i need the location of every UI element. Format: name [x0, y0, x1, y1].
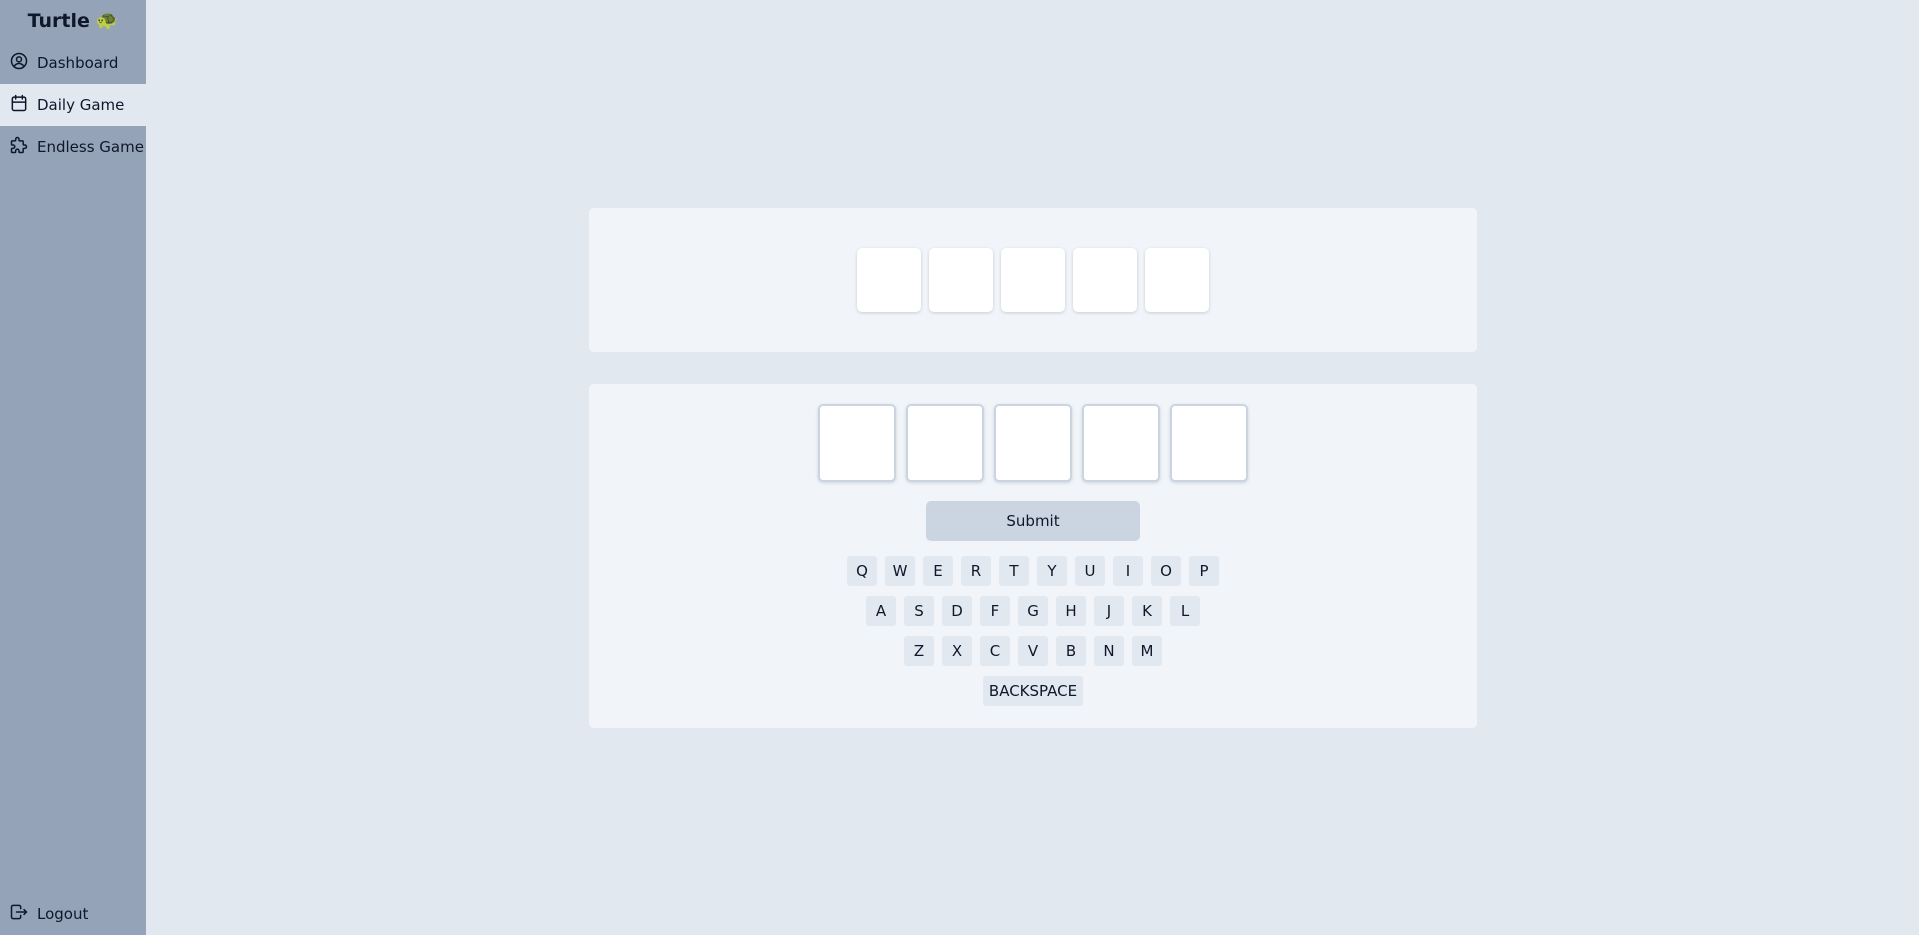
key-backspace[interactable]: BACKSPACE — [982, 676, 1084, 706]
key-i[interactable]: I — [1113, 556, 1143, 586]
board-panel — [589, 208, 1477, 352]
key-b[interactable]: B — [1056, 636, 1086, 666]
key-s[interactable]: S — [904, 596, 934, 626]
sidebar-item-label: Daily Game — [37, 96, 125, 114]
board-tile — [857, 248, 921, 312]
submit-button[interactable]: Submit — [926, 501, 1140, 541]
keyboard-row-3: Z X C V B N M — [589, 636, 1477, 666]
key-f[interactable]: F — [980, 596, 1010, 626]
key-t[interactable]: T — [999, 556, 1029, 586]
key-e[interactable]: E — [923, 556, 953, 586]
key-g[interactable]: G — [1018, 596, 1048, 626]
sidebar-item-dashboard[interactable]: Dashboard — [0, 42, 146, 84]
key-n[interactable]: N — [1094, 636, 1124, 666]
sidebar-item-label: Dashboard — [37, 54, 119, 72]
key-j[interactable]: J — [1094, 596, 1124, 626]
turtle-icon: 🐢 — [95, 10, 119, 31]
input-panel: Submit Q W E R T Y U I O P A S D F G H J… — [589, 384, 1477, 728]
sidebar: Turtle 🐢 Dashboard Daily Game Endless Ga… — [0, 0, 146, 935]
letter-input-2[interactable] — [906, 404, 984, 482]
guess-input-row — [818, 404, 1248, 482]
key-y[interactable]: Y — [1037, 556, 1067, 586]
key-l[interactable]: L — [1170, 596, 1200, 626]
key-d[interactable]: D — [942, 596, 972, 626]
key-w[interactable]: W — [885, 556, 915, 586]
letter-input-1[interactable] — [818, 404, 896, 482]
letter-input-4[interactable] — [1082, 404, 1160, 482]
user-circle-icon — [9, 51, 29, 75]
puzzle-icon — [9, 135, 29, 159]
key-v[interactable]: V — [1018, 636, 1048, 666]
key-h[interactable]: H — [1056, 596, 1086, 626]
board-tile — [929, 248, 993, 312]
board-tile — [1001, 248, 1065, 312]
board-row — [857, 248, 1209, 312]
key-r[interactable]: R — [961, 556, 991, 586]
logout-icon — [9, 902, 29, 926]
keyboard-row-2: A S D F G H J K L — [589, 596, 1477, 626]
calendar-icon — [9, 93, 29, 117]
key-u[interactable]: U — [1075, 556, 1105, 586]
key-q[interactable]: Q — [847, 556, 877, 586]
key-z[interactable]: Z — [904, 636, 934, 666]
key-o[interactable]: O — [1151, 556, 1181, 586]
sidebar-item-daily-game[interactable]: Daily Game — [0, 84, 146, 126]
key-c[interactable]: C — [980, 636, 1010, 666]
key-m[interactable]: M — [1132, 636, 1162, 666]
key-p[interactable]: P — [1189, 556, 1219, 586]
brand-title: Turtle — [27, 10, 90, 32]
keyboard-row-4: BACKSPACE — [589, 676, 1477, 706]
board-tile — [1145, 248, 1209, 312]
key-x[interactable]: X — [942, 636, 972, 666]
key-k[interactable]: K — [1132, 596, 1162, 626]
brand[interactable]: Turtle 🐢 — [0, 0, 146, 42]
logout-button[interactable]: Logout — [0, 893, 146, 935]
sidebar-item-endless-game[interactable]: Endless Game — [0, 126, 146, 168]
logout-label: Logout — [37, 905, 89, 923]
letter-input-5[interactable] — [1170, 404, 1248, 482]
letter-input-3[interactable] — [994, 404, 1072, 482]
keyboard-row-1: Q W E R T Y U I O P — [589, 556, 1477, 586]
key-a[interactable]: A — [866, 596, 896, 626]
board-tile — [1073, 248, 1137, 312]
sidebar-item-label: Endless Game — [37, 138, 144, 156]
